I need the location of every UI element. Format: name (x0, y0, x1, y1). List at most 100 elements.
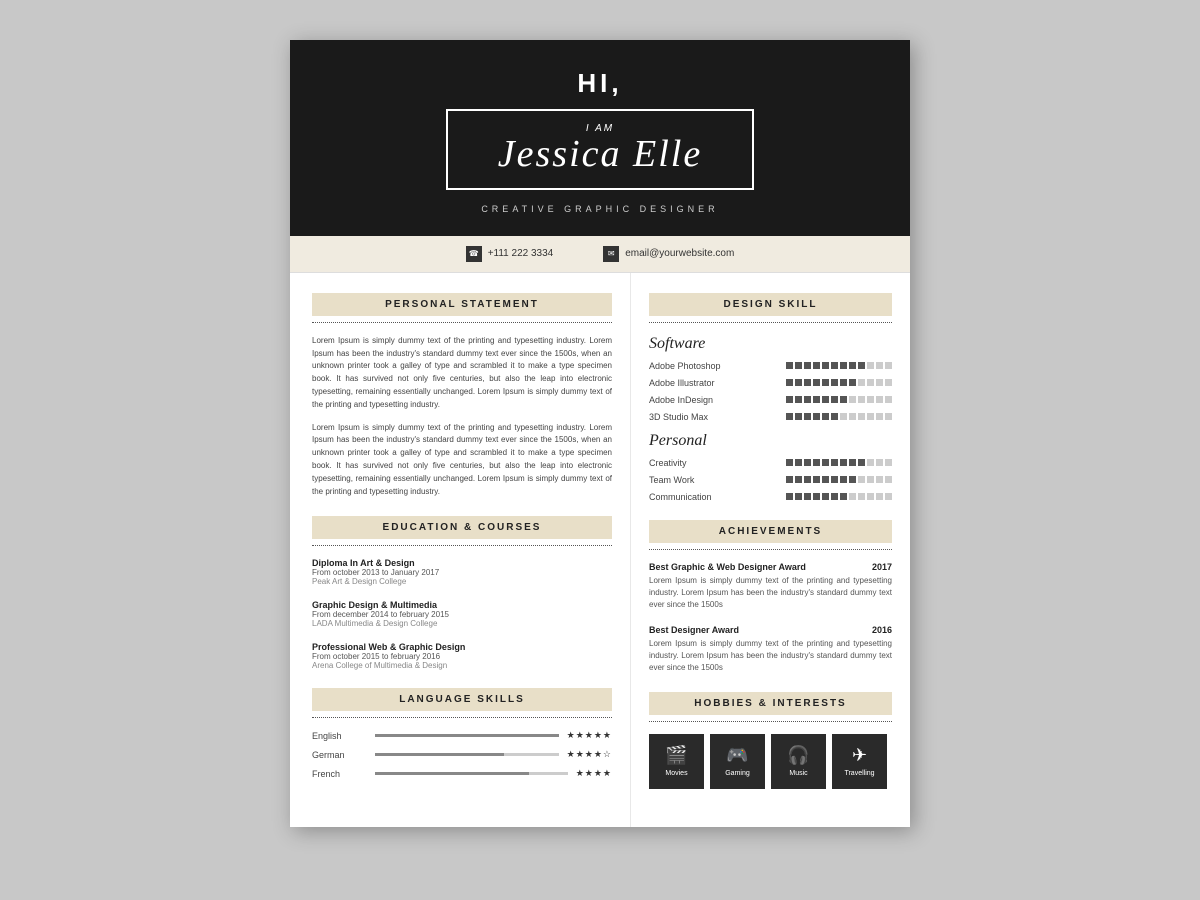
language-section: LANGUAGE SKILLS English ★★★★★ German ★★★… (312, 688, 612, 779)
achievement-header: Best Designer Award 2016 (649, 625, 892, 635)
hobby-icon: 🎬 (665, 745, 687, 766)
achievement-year: 2017 (872, 562, 892, 572)
dot-filled (786, 493, 793, 500)
dot-filled (822, 413, 829, 420)
skill-dots (786, 493, 892, 500)
hobby-item: 🎮 Gaming (710, 734, 765, 789)
dot-filled (822, 362, 829, 369)
hobby-icon: 🎧 (787, 745, 809, 766)
dot-filled (840, 362, 847, 369)
dot-filled (840, 493, 847, 500)
dot-filled (804, 379, 811, 386)
dot-filled (786, 362, 793, 369)
skill-name: Adobe Illustrator (649, 378, 744, 388)
hobby-icon: ✈ (852, 745, 867, 766)
edu-date: From october 2013 to January 2017 (312, 568, 612, 577)
edu-school: LADA Multimedia & Design College (312, 619, 612, 628)
skill-item: Adobe InDesign (649, 395, 892, 405)
achievement-item: Best Graphic & Web Designer Award 2017 L… (649, 562, 892, 611)
dot-empty (840, 413, 847, 420)
dot-filled (795, 396, 802, 403)
dot-empty (876, 396, 883, 403)
dot-empty (858, 493, 865, 500)
personal-skill-item: Communication (649, 492, 892, 502)
skill-dots (786, 379, 892, 386)
education-item: Professional Web & Graphic Design From o… (312, 642, 612, 670)
name-text: Jessica Elle (498, 134, 702, 176)
dot-empty (858, 396, 865, 403)
dot-filled (849, 459, 856, 466)
phone-number: +111 222 3334 (488, 248, 554, 259)
dot-filled (813, 459, 820, 466)
email-contact: ✉ email@yourwebsite.com (603, 246, 734, 262)
dot-filled (795, 362, 802, 369)
hobby-label: Travelling (844, 770, 874, 777)
language-item: French ★★★★ (312, 768, 612, 779)
lang-bar (375, 734, 559, 737)
dot-filled (840, 476, 847, 483)
dot-empty (876, 493, 883, 500)
education-header: EDUCATION & COURSES (312, 516, 612, 539)
dot-filled (822, 493, 829, 500)
dot-empty (885, 396, 892, 403)
lang-stars: ★★★★ (576, 768, 612, 779)
dot-filled (804, 396, 811, 403)
dot-empty (867, 476, 874, 483)
dot-filled (795, 493, 802, 500)
edu-title: Professional Web & Graphic Design (312, 642, 612, 652)
dot-empty (867, 362, 874, 369)
dot-filled (813, 379, 820, 386)
skill-name: Adobe InDesign (649, 395, 744, 405)
dot-filled (858, 362, 865, 369)
email-address: email@yourwebsite.com (625, 248, 734, 259)
dot-empty (885, 413, 892, 420)
personal-statement-p2: Lorem Ipsum is simply dummy text of the … (312, 422, 612, 499)
dot-empty (876, 476, 883, 483)
dot-filled (849, 362, 856, 369)
section-divider (312, 322, 612, 323)
hobby-item: 🎧 Music (771, 734, 826, 789)
edu-school: Peak Art & Design College (312, 577, 612, 586)
edu-title: Diploma In Art & Design (312, 558, 612, 568)
skill-dots (786, 413, 892, 420)
achievement-list: Best Graphic & Web Designer Award 2017 L… (649, 562, 892, 674)
skill-dots (786, 476, 892, 483)
dot-empty (885, 379, 892, 386)
dot-filled (822, 476, 829, 483)
dot-filled (786, 379, 793, 386)
edu-date: From december 2014 to february 2015 (312, 610, 612, 619)
education-item: Graphic Design & Multimedia From decembe… (312, 600, 612, 628)
hobby-icon: 🎮 (726, 745, 748, 766)
dot-filled (831, 362, 838, 369)
hobbies-grid: 🎬 Movies 🎮 Gaming 🎧 Music ✈ Travelling (649, 734, 892, 789)
achievements-header: ACHIEVEMENTS (649, 520, 892, 543)
personal-skill-item: Team Work (649, 475, 892, 485)
achievement-item: Best Designer Award 2016 Lorem Ipsum is … (649, 625, 892, 674)
phone-contact: ☎ +111 222 3334 (466, 246, 554, 262)
education-item: Diploma In Art & Design From october 201… (312, 558, 612, 586)
hobby-item: ✈ Travelling (832, 734, 887, 789)
skill-name: 3D Studio Max (649, 412, 744, 422)
hobby-label: Music (789, 770, 807, 777)
achievement-year: 2016 (872, 625, 892, 635)
dot-empty (876, 413, 883, 420)
personal-skills-list: Creativity Team Work Communication (649, 458, 892, 502)
contact-bar: ☎ +111 222 3334 ✉ email@yourwebsite.com (290, 236, 910, 273)
edu-title: Graphic Design & Multimedia (312, 600, 612, 610)
hobby-label: Gaming (725, 770, 750, 777)
dot-filled (858, 459, 865, 466)
dot-filled (831, 459, 838, 466)
dot-empty (885, 362, 892, 369)
achievement-text: Lorem Ipsum is simply dummy text of the … (649, 575, 892, 611)
lang-name: English (312, 731, 367, 741)
dot-empty (867, 493, 874, 500)
dot-empty (885, 476, 892, 483)
dot-filled (786, 413, 793, 420)
dot-empty (876, 379, 883, 386)
dot-empty (858, 379, 865, 386)
phone-icon: ☎ (466, 246, 482, 262)
personal-category-label: Personal (649, 432, 892, 450)
greeting-text: HI, (330, 68, 870, 99)
left-column: PERSONAL STATEMENT Lorem Ipsum is simply… (290, 273, 631, 827)
dot-filled (840, 459, 847, 466)
